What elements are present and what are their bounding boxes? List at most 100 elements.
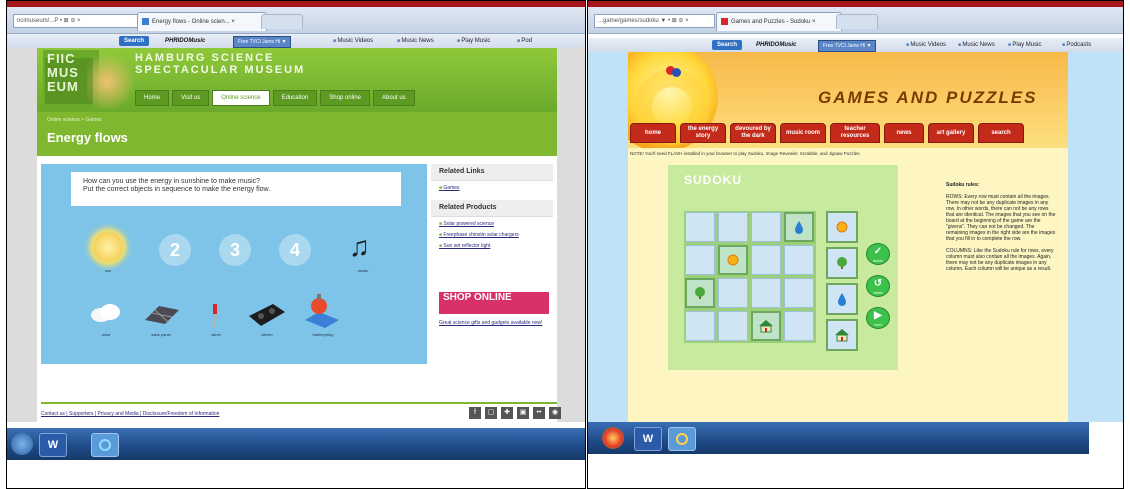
toolbar-link-music-news[interactable]: Music News [397,36,433,46]
sudoku-cell[interactable] [751,212,781,242]
checkmark-icon: ✓ [873,246,883,257]
nav-music-room[interactable]: music room [780,123,826,143]
toolbar-link-pod[interactable]: Pod [517,36,532,46]
rss-icon[interactable]: •• [533,407,545,419]
sudoku-cell[interactable] [784,245,814,275]
nav-home[interactable]: Home [135,90,170,106]
toolbar-link-podcasts[interactable]: Podcasts [1062,40,1091,50]
museum-logo-text: FIIC MUS EUM [47,51,79,94]
wires-icon[interactable] [205,302,225,330]
right-address-bar[interactable]: ...game/games/sudoku ▼ • ⊠ ⊘ × [594,14,715,28]
related-link-games[interactable]: Games [439,185,545,192]
right-active-tab[interactable]: Games and Puzzles - Sudoku × [716,12,842,31]
left-windows-taskbar: W [7,428,585,460]
email-icon[interactable]: ◉ [549,407,561,419]
nav-teacher-resources[interactable]: teacher resources [830,123,880,143]
sudoku-cell[interactable] [718,278,748,308]
sudoku-cell[interactable] [751,278,781,308]
left-browser-window: ncimuseum/...P • ⊠ ⊘ × Energy flows - On… [7,1,585,460]
choice-house-icon[interactable] [826,319,858,351]
nav-energy-story[interactable]: the energy story [680,123,726,143]
nav-devoured-by-dark[interactable]: devoured by the dark [730,123,776,143]
nav-about-us[interactable]: About us [373,90,415,106]
breadcrumb[interactable]: Online science > Games [47,117,102,123]
games-header: GAMES AND PUZZLES home the energy story … [628,52,1068,148]
choice-sun-icon[interactable] [826,211,858,243]
reset-button[interactable]: ↺ reset [866,275,890,297]
next-button[interactable]: ▶ next [866,307,890,329]
toolbar-link-music-videos[interactable]: Music Videos [333,36,373,46]
related-product-3[interactable]: Sun set reflector light [439,243,545,250]
toolbar-link-play-music[interactable]: Play Music [1008,40,1041,50]
nav-news[interactable]: news [884,123,924,143]
ie-taskbar-icon[interactable] [668,427,696,451]
sudoku-cell[interactable] [718,311,748,341]
nav-search[interactable]: search [978,123,1024,143]
choice-water-drop-icon[interactable] [826,283,858,315]
nav-visit-us[interactable]: Visit us [172,90,210,106]
stereo-icon[interactable] [247,302,287,328]
toolbar-link-music-news[interactable]: Music News [958,40,994,50]
related-product-1[interactable]: Solar powered science [439,221,545,228]
sudoku-cell[interactable] [718,212,748,242]
flickr-icon[interactable]: ▢ [485,407,497,419]
shop-online-banner[interactable]: SHOP ONLINE [439,292,549,314]
left-screenshot-panel: ncimuseum/...P • ⊠ ⊘ × Energy flows - On… [6,0,586,489]
toolbar-logo: PHRIDOMusic [165,38,206,44]
nav-online-science[interactable]: Online science [212,90,270,106]
start-button-icon[interactable] [11,433,33,455]
left-address-bar[interactable]: ncimuseum/...P • ⊠ ⊘ × [13,14,138,28]
music-note-icon: ♫ [349,231,370,262]
sudoku-cell[interactable] [685,245,715,275]
word-taskbar-icon[interactable]: W [634,427,662,451]
sudoku-cell[interactable] [685,311,715,341]
solar-panel-icon[interactable] [141,302,181,326]
chrome-taskbar-icon[interactable] [602,427,624,449]
sudoku-title: SUDOKU [684,173,743,187]
image-choices-column [826,211,858,351]
sequence-slot-3[interactable]: 3 [219,234,251,266]
museum-logo[interactable]: FIIC MUS EUM [43,50,137,110]
left-tab-title: Energy flows - Online scien... × [152,19,235,25]
left-new-tab[interactable] [261,14,303,29]
reset-label: reset [873,290,883,295]
footer-links[interactable]: Contact us | Supporters | Privacy and Me… [41,411,219,417]
nav-home[interactable]: home [630,123,676,143]
energy-flows-page: FIIC MUS EUM HAMBURG SCIENCE SPECTACULAR… [37,48,557,422]
sequence-slot-4[interactable]: 4 [279,234,311,266]
toolbar-link-play-music[interactable]: Play Music [457,36,490,46]
toolbar-dropdown[interactable]: Free TVCl Jams Hi ▼ [818,40,877,52]
sudoku-cell[interactable] [685,212,715,242]
right-search-toolbar: Search PHRIDOMusic Free TVCl Jams Hi ▼ M… [588,38,1123,53]
site-logo-icon[interactable] [666,66,684,78]
nav-education[interactable]: Education [272,90,318,106]
facebook-icon[interactable]: f [469,407,481,419]
youtube-icon[interactable]: ▣ [517,407,529,419]
done-button[interactable]: ✓ done! [866,243,890,265]
right-new-tab[interactable] [836,14,878,29]
choice-tree-icon[interactable] [826,247,858,279]
sudoku-cell[interactable] [751,245,781,275]
right-windows-taskbar: W [588,422,1089,454]
toolbar-dropdown[interactable]: Free TVCl Jams Hi ▼ [233,36,292,48]
wind-cloud-icon[interactable] [89,302,123,324]
water-drop-icon [784,212,814,242]
related-product-2[interactable]: Freephase chiostin solar chargers [439,232,545,239]
battery-plug-icon[interactable] [301,292,343,328]
museum-main-nav: Home Visit us Online science Education S… [135,90,415,106]
word-taskbar-icon[interactable]: W [39,433,67,457]
share-icon[interactable]: ✚ [501,407,513,419]
right-browser-window: ...game/games/sudoku ▼ • ⊠ ⊘ × Games and… [588,1,1123,454]
toolbar-search-button[interactable]: Search [712,40,743,50]
left-active-tab[interactable]: Energy flows - Online scien... × [137,12,267,31]
toolbar-search-button[interactable]: Search [119,36,150,46]
toolbar-link-music-videos[interactable]: Music Videos [906,40,946,50]
nav-shop-online[interactable]: Shop online [320,90,370,106]
sequence-slot-2[interactable]: 2 [159,234,191,266]
sudoku-cell[interactable] [784,278,814,308]
nav-art-gallery[interactable]: art gallery [928,123,974,143]
game-instruction: Put the correct objects in sequence to m… [83,186,271,193]
shop-online-link[interactable]: Great science gifts and gadgets availabl… [439,320,549,327]
ie-taskbar-icon[interactable] [91,433,119,457]
sudoku-cell[interactable] [784,311,814,341]
